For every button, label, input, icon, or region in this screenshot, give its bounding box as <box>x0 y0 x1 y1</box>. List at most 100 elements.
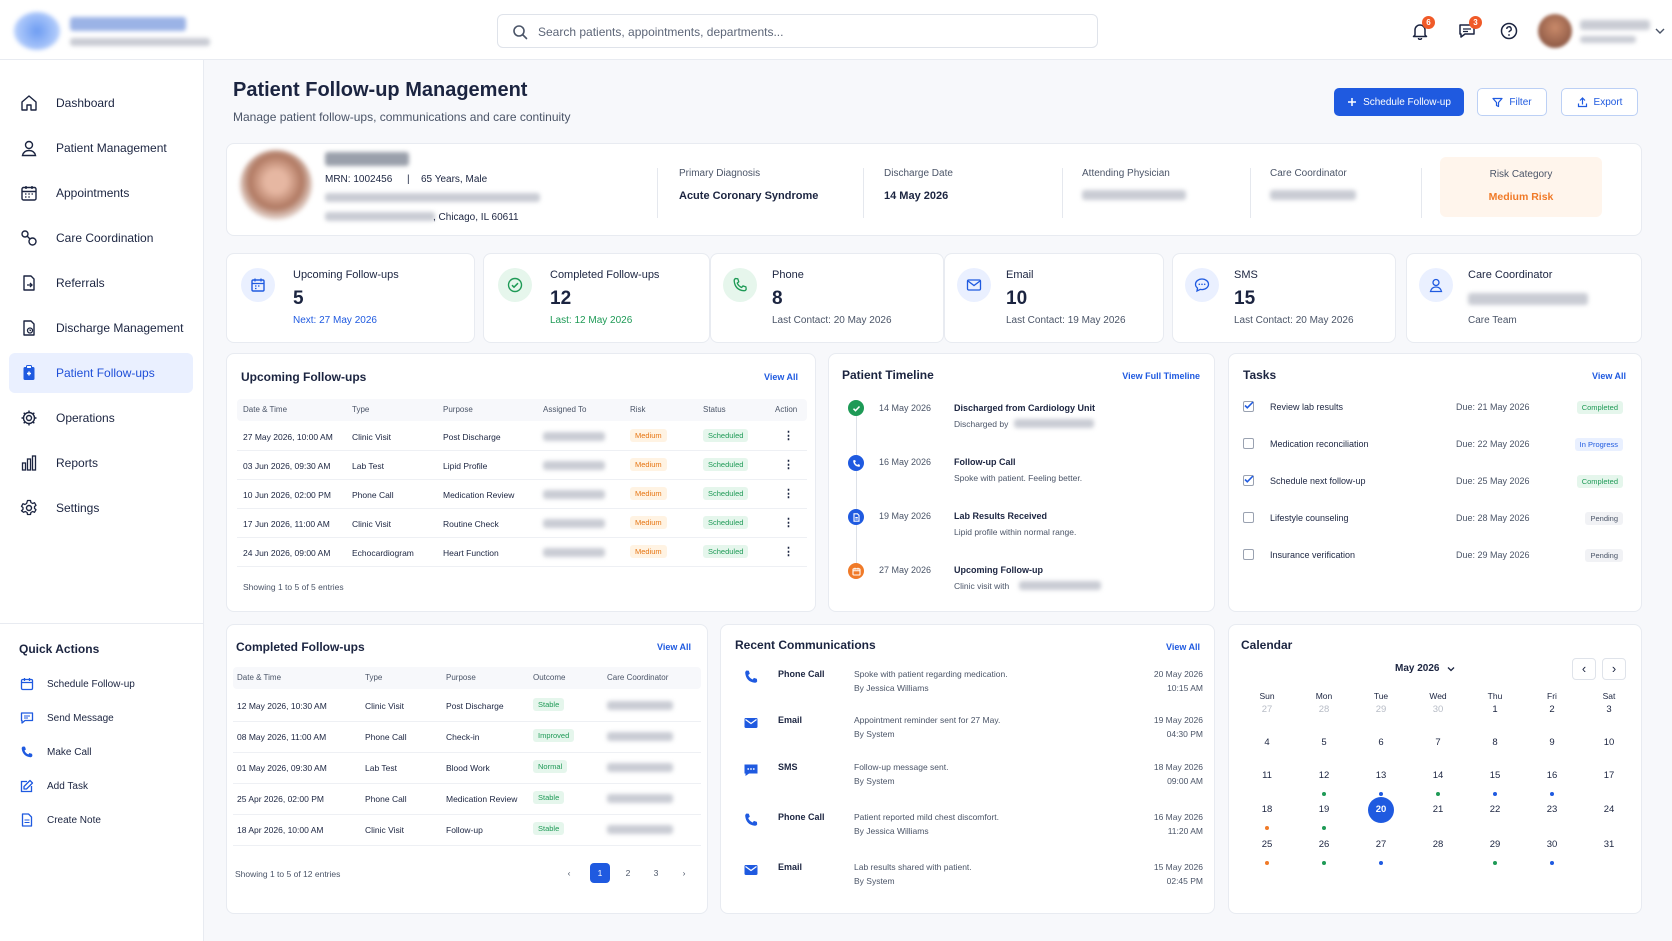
pagination-next-button[interactable]: › <box>674 863 694 883</box>
calendar-day[interactable]: 9 <box>1539 730 1565 756</box>
sidebar-item-referrals[interactable]: Referrals <box>9 263 193 303</box>
calendar-day[interactable]: 17 <box>1596 763 1622 789</box>
sidebar-item-reports[interactable]: Reports <box>9 443 193 483</box>
calendar-day[interactable]: 10 <box>1596 730 1622 756</box>
stat-email[interactable]: Email 10 Last Contact: 19 May 2026 <box>944 253 1164 343</box>
stat-completed-follow-ups[interactable]: Completed Follow-ups 12 Last: 12 May 202… <box>483 253 710 343</box>
prev-month-button[interactable]: ‹ <box>1572 658 1596 680</box>
month-selector[interactable]: May 2026 <box>1395 663 1455 674</box>
quick-action-send-message[interactable]: Send Message <box>20 711 114 725</box>
sidebar-item-care-coordination[interactable]: Care Coordination <box>9 218 193 258</box>
calendar-day[interactable]: 30 <box>1425 697 1451 723</box>
quick-action-make-call[interactable]: Make Call <box>20 745 91 759</box>
table-row[interactable]: 17 Jun 2026, 11:00 AM Clinic Visit Routi… <box>237 509 807 538</box>
table-row[interactable]: 10 Jun 2026, 02:00 PM Phone Call Medicat… <box>237 480 807 509</box>
calendar-day[interactable]: 24 <box>1596 797 1622 823</box>
calendar-day[interactable]: 4 <box>1254 730 1280 756</box>
task-item[interactable]: Insurance verification Due: 29 May 2026 … <box>1243 543 1623 567</box>
calendar-day[interactable]: 15 <box>1482 763 1508 789</box>
calendar-day[interactable]: 31 <box>1596 832 1622 858</box>
checkbox-icon[interactable] <box>1243 512 1254 523</box>
view-full-timeline-link[interactable]: View Full Timeline <box>1122 371 1200 381</box>
filter-button[interactable]: Filter <box>1477 88 1547 116</box>
avatar[interactable] <box>1538 14 1572 48</box>
communication-item[interactable]: Email Lab results shared with patient. B… <box>721 856 1216 902</box>
calendar-day[interactable]: 29 <box>1368 697 1394 723</box>
task-item[interactable]: Lifestyle counseling Due: 28 May 2026 Pe… <box>1243 506 1623 530</box>
table-row[interactable]: 24 Jun 2026, 09:00 AM Echocardiogram Hea… <box>237 538 807 567</box>
calendar-day[interactable]: 5 <box>1311 730 1337 756</box>
calendar-day[interactable]: 18 <box>1254 797 1280 823</box>
calendar-day[interactable]: 11 <box>1254 763 1280 789</box>
chevron-down-icon[interactable] <box>1655 27 1665 35</box>
table-row[interactable]: 08 May 2026, 11:00 AM Phone Call Check-i… <box>233 722 701 753</box>
calendar-day[interactable]: 27 <box>1254 697 1280 723</box>
checkbox-checked-icon[interactable] <box>1243 475 1254 486</box>
view-all-link[interactable]: View All <box>1166 642 1200 652</box>
calendar-day[interactable]: 1 <box>1482 697 1508 723</box>
communication-item[interactable]: Email Appointment reminder sent for 27 M… <box>721 709 1216 755</box>
task-item[interactable]: Schedule next follow-up Due: 25 May 2026… <box>1243 469 1623 493</box>
sidebar-item-patient-follow-ups[interactable]: Patient Follow-ups <box>9 353 193 393</box>
sidebar-item-dashboard[interactable]: Dashboard <box>9 83 193 123</box>
checkbox-icon[interactable] <box>1243 549 1254 560</box>
stat-sms[interactable]: SMS 15 Last Contact: 20 May 2026 <box>1172 253 1396 343</box>
sidebar-item-settings[interactable]: Settings <box>9 488 193 528</box>
more-options-icon[interactable]: ⋮ <box>783 516 794 529</box>
calendar-day[interactable]: 12 <box>1311 763 1337 789</box>
notifications-button[interactable]: 6 <box>1411 16 1435 40</box>
pagination-page-3[interactable]: 3 <box>646 863 666 883</box>
pagination-page-2[interactable]: 2 <box>618 863 638 883</box>
calendar-day[interactable]: 26 <box>1311 832 1337 858</box>
checkbox-icon[interactable] <box>1243 438 1254 449</box>
sidebar-item-operations[interactable]: Operations <box>9 398 193 438</box>
calendar-day[interactable]: 23 <box>1539 797 1565 823</box>
calendar-day[interactable]: 16 <box>1539 763 1565 789</box>
search-bar[interactable]: Search patients, appointments, departmen… <box>497 14 1098 48</box>
sidebar-item-discharge-management[interactable]: Discharge Management <box>9 308 193 348</box>
table-row[interactable]: 25 Apr 2026, 02:00 PM Phone Call Medicat… <box>233 784 701 815</box>
calendar-day[interactable]: 8 <box>1482 730 1508 756</box>
calendar-day[interactable]: 28 <box>1311 697 1337 723</box>
logo-icon[interactable] <box>14 12 60 50</box>
calendar-day[interactable]: 7 <box>1425 730 1451 756</box>
communication-item[interactable]: SMS Follow-up message sent. By System 18… <box>721 756 1216 802</box>
more-options-icon[interactable]: ⋮ <box>783 487 794 500</box>
calendar-day[interactable]: 14 <box>1425 763 1451 789</box>
calendar-day[interactable]: 19 <box>1311 797 1337 823</box>
view-all-link[interactable]: View All <box>764 372 798 382</box>
quick-action-schedule-follow-up[interactable]: Schedule Follow-up <box>20 677 135 691</box>
stat-phone[interactable]: Phone 8 Last Contact: 20 May 2026 <box>710 253 944 343</box>
calendar-day[interactable]: 28 <box>1425 832 1451 858</box>
calendar-day[interactable]: 22 <box>1482 797 1508 823</box>
calendar-day[interactable]: 13 <box>1368 763 1394 789</box>
task-item[interactable]: Review lab results Due: 21 May 2026 Comp… <box>1243 395 1623 419</box>
table-row[interactable]: 01 May 2026, 09:30 AM Lab Test Blood Wor… <box>233 753 701 784</box>
table-row[interactable]: 27 May 2026, 10:00 AM Clinic Visit Post … <box>237 422 807 451</box>
communication-item[interactable]: Phone Call Spoke with patient regarding … <box>721 663 1216 709</box>
checkbox-checked-icon[interactable] <box>1243 401 1254 412</box>
calendar-day-today[interactable]: 20 <box>1368 797 1394 823</box>
calendar-day[interactable]: 25 <box>1254 832 1280 858</box>
calendar-day[interactable]: 2 <box>1539 697 1565 723</box>
calendar-day[interactable]: 27 <box>1368 832 1394 858</box>
quick-action-create-note[interactable]: Create Note <box>20 813 101 827</box>
view-all-link[interactable]: View All <box>657 642 691 652</box>
communication-item[interactable]: Phone Call Patient reported mild chest d… <box>721 806 1216 852</box>
more-options-icon[interactable]: ⋮ <box>783 458 794 471</box>
calendar-day[interactable]: 29 <box>1482 832 1508 858</box>
pagination-prev-button[interactable]: ‹ <box>559 863 579 883</box>
calendar-day[interactable]: 3 <box>1596 697 1622 723</box>
calendar-day[interactable]: 6 <box>1368 730 1394 756</box>
more-options-icon[interactable]: ⋮ <box>783 545 794 558</box>
sidebar-item-appointments[interactable]: Appointments <box>9 173 193 213</box>
schedule-follow-up-button[interactable]: Schedule Follow-up <box>1334 88 1464 116</box>
help-icon[interactable] <box>1500 22 1518 40</box>
task-item[interactable]: Medication reconciliation Due: 22 May 20… <box>1243 432 1623 456</box>
search-input[interactable]: Search patients, appointments, departmen… <box>538 25 783 39</box>
table-row[interactable]: 03 Jun 2026, 09:30 AM Lab Test Lipid Pro… <box>237 451 807 480</box>
export-button[interactable]: Export <box>1561 88 1638 116</box>
quick-action-add-task[interactable]: Add Task <box>20 779 88 793</box>
stat-upcoming-follow-ups[interactable]: Upcoming Follow-ups 5 Next: 27 May 2026 <box>226 253 475 343</box>
stat-care-coordinator[interactable]: Care Coordinator Care Team <box>1406 253 1642 343</box>
